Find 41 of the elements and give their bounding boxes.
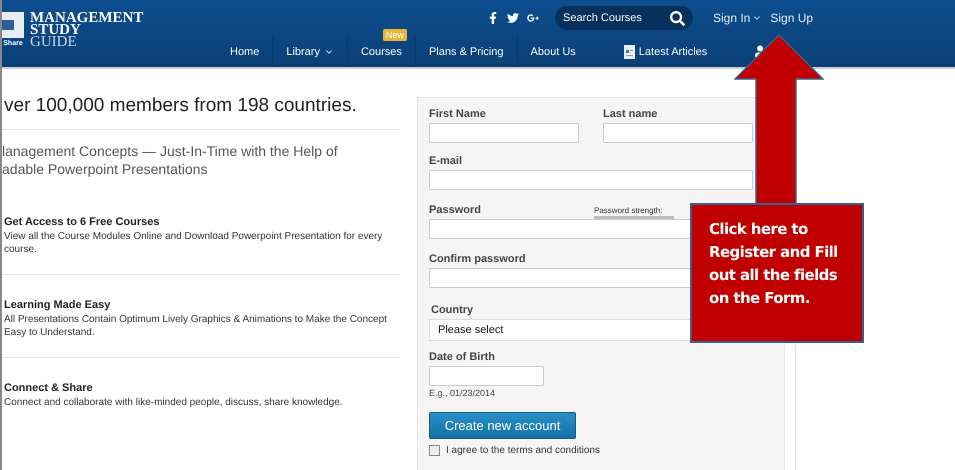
field-label: Date of Birth [429, 351, 495, 363]
field-label: Last name [603, 108, 658, 120]
feature-text: All Presentations Contain Optimum Lively Graphics & Animations to Make the Concept Easy to Understand. [4, 313, 388, 339]
feature-title: Connect & Share [4, 382, 94, 394]
field-label: E-mail [429, 155, 462, 167]
subheading: lanagement Concepts — Just-In-Time with the Help of adable Powerpoint Presentations [2, 142, 339, 178]
nav-link[interactable]: Latest Articles [610, 36, 720, 67]
facebook-icon[interactable] [487, 12, 499, 24]
document-icon [624, 44, 635, 58]
terms-checkbox[interactable] [429, 445, 440, 456]
create-account-button[interactable]: Create new account [429, 412, 576, 439]
field-label: Password [429, 204, 481, 216]
terms-label: I agree to the terms and conditions [446, 445, 600, 456]
feature-title: Learning Made Easy [4, 299, 112, 311]
field-label: Country [431, 304, 474, 316]
logo-icon [2, 12, 24, 38]
strength-label: Password strength: [594, 206, 664, 215]
date-of-birth-field[interactable] [429, 366, 544, 386]
nav-link[interactable]: Plans & Pricing [416, 36, 517, 67]
field-label: Confirm password [429, 253, 526, 265]
search-field[interactable]: Search Courses [555, 6, 693, 30]
account-link[interactable]: Sign In [713, 11, 762, 25]
field-label: First Name [429, 108, 486, 120]
headline: ver 100,000 members from 198 countries. [2, 95, 400, 130]
nav-link[interactable]: Home [217, 36, 272, 67]
search-icon[interactable] [670, 11, 685, 26]
google-plus-icon[interactable] [527, 12, 539, 24]
feature-text: View all the Course Modules Online and Download Powerpoint Presentation for every course. [4, 230, 384, 256]
bird-icon[interactable] [507, 12, 519, 24]
callout-text: Click here to Register and Fill out all the fields on the Form. [709, 219, 839, 309]
feature-text: Connect and collaborate with like-minded people, discuss, share knowledge. [4, 396, 344, 409]
new-badge: New [382, 29, 407, 41]
site-logo[interactable]: MANAGEMENT STUDY GUIDE [30, 12, 144, 48]
last-name-field[interactable] [603, 123, 753, 143]
date-hint: E.g., 01/23/2014 [429, 388, 496, 398]
nav-link[interactable]: Library [273, 36, 347, 67]
account-link[interactable]: Sign Up [770, 11, 814, 25]
first-name-field[interactable] [429, 123, 579, 143]
email-field[interactable] [429, 170, 753, 190]
feature-title: Get Access to 6 Free Courses [4, 216, 160, 228]
nav-link[interactable]: About Us [518, 36, 589, 67]
